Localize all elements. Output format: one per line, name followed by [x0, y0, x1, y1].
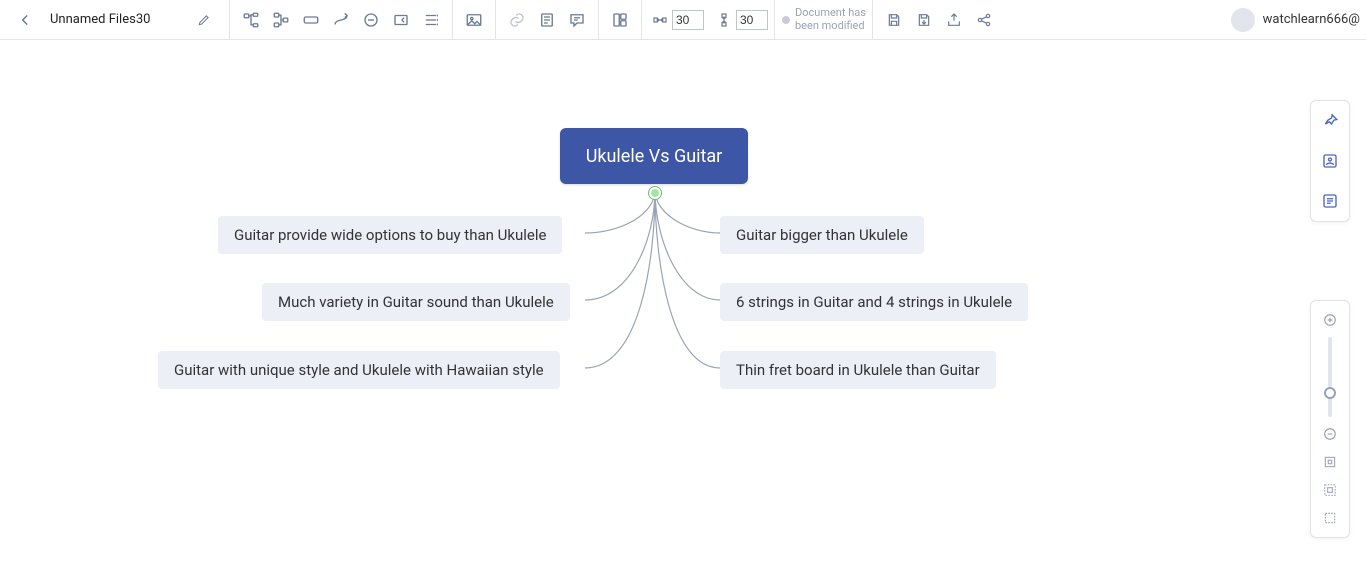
- zoom-out-icon[interactable]: [1319, 423, 1341, 445]
- theme-icon[interactable]: [1316, 147, 1344, 175]
- node-label: Guitar with unique style and Ukulele wit…: [174, 361, 544, 379]
- boundary-icon[interactable]: [386, 5, 416, 35]
- share-icon[interactable]: [969, 5, 999, 35]
- child-node-icon[interactable]: [236, 5, 266, 35]
- zoom-thumb[interactable]: [1324, 387, 1336, 399]
- user-area: watchlearn666@: [1221, 0, 1366, 39]
- root-node[interactable]: Ukulele Vs Guitar: [560, 128, 748, 184]
- child-node-right-0[interactable]: Guitar bigger than Ukulele: [720, 216, 924, 254]
- image-group: [453, 0, 496, 39]
- zoom-slider[interactable]: [1328, 337, 1332, 417]
- back-button[interactable]: [10, 5, 40, 35]
- side-tool-panel: [1310, 100, 1350, 222]
- outline-panel-icon[interactable]: [1316, 187, 1344, 215]
- note-icon[interactable]: [532, 5, 562, 35]
- node-label: Thin fret board in Ukulele than Guitar: [736, 361, 980, 379]
- canvas[interactable]: Ukulele Vs Guitar Guitar provide wide op…: [0, 40, 1366, 567]
- username: watchlearn666@: [1263, 12, 1360, 27]
- child-node-left-0[interactable]: Guitar provide wide options to buy than …: [218, 216, 562, 254]
- node-label: 6 strings in Guitar and 4 strings in Uku…: [736, 293, 1012, 311]
- child-node-left-2[interactable]: Guitar with unique style and Ukulele wit…: [158, 351, 560, 389]
- child-node-left-1[interactable]: Much variety in Guitar sound than Ukulel…: [262, 283, 570, 321]
- structure-group: [230, 0, 453, 39]
- status-text: Document has been modified: [795, 7, 866, 31]
- h-spacing-icon: [648, 5, 672, 35]
- fit-center-icon[interactable]: [1319, 451, 1341, 473]
- child-node-right-2[interactable]: Thin fret board in Ukulele than Guitar: [720, 351, 996, 389]
- collapse-toggle[interactable]: [648, 186, 662, 200]
- comment-icon[interactable]: [562, 5, 592, 35]
- save-share-group: [873, 0, 1005, 39]
- pin-icon[interactable]: [1316, 107, 1344, 135]
- node-label: Guitar provide wide options to buy than …: [234, 226, 546, 244]
- h-spacing-input[interactable]: [672, 10, 704, 30]
- root-label: Ukulele Vs Guitar: [586, 146, 723, 167]
- outline-icon[interactable]: [416, 5, 446, 35]
- edit-name-button[interactable]: [189, 5, 219, 35]
- layout-group: [599, 0, 642, 39]
- fullscreen-icon[interactable]: [1319, 507, 1341, 529]
- edges: [0, 40, 1366, 567]
- toolbar: Unnamed Files30: [0, 0, 1366, 40]
- image-icon[interactable]: [459, 5, 489, 35]
- file-title-area: Unnamed Files30: [0, 0, 230, 39]
- child-node-right-1[interactable]: 6 strings in Guitar and 4 strings in Uku…: [720, 283, 1028, 321]
- v-spacing-icon: [712, 5, 736, 35]
- save-icon[interactable]: [879, 5, 909, 35]
- spacing-group: [642, 0, 775, 39]
- zoom-in-icon[interactable]: [1319, 309, 1341, 331]
- file-name: Unnamed Files30: [50, 12, 179, 27]
- annotate-group: [496, 0, 599, 39]
- export-icon[interactable]: [939, 5, 969, 35]
- avatar[interactable]: [1231, 8, 1255, 32]
- status-group: Document has been modified: [775, 0, 873, 39]
- zoom-panel: [1310, 300, 1350, 538]
- sibling-node-icon[interactable]: [266, 5, 296, 35]
- link-icon[interactable]: [502, 5, 532, 35]
- relationship-icon[interactable]: [326, 5, 356, 35]
- node-label: Much variety in Guitar sound than Ukulel…: [278, 293, 554, 311]
- layout-icon[interactable]: [605, 5, 635, 35]
- floating-node-icon[interactable]: [296, 5, 326, 35]
- node-label: Guitar bigger than Ukulele: [736, 226, 908, 244]
- summary-icon[interactable]: [356, 5, 386, 35]
- fit-page-icon[interactable]: [1319, 479, 1341, 501]
- save-as-icon[interactable]: [909, 5, 939, 35]
- v-spacing-input[interactable]: [736, 10, 768, 30]
